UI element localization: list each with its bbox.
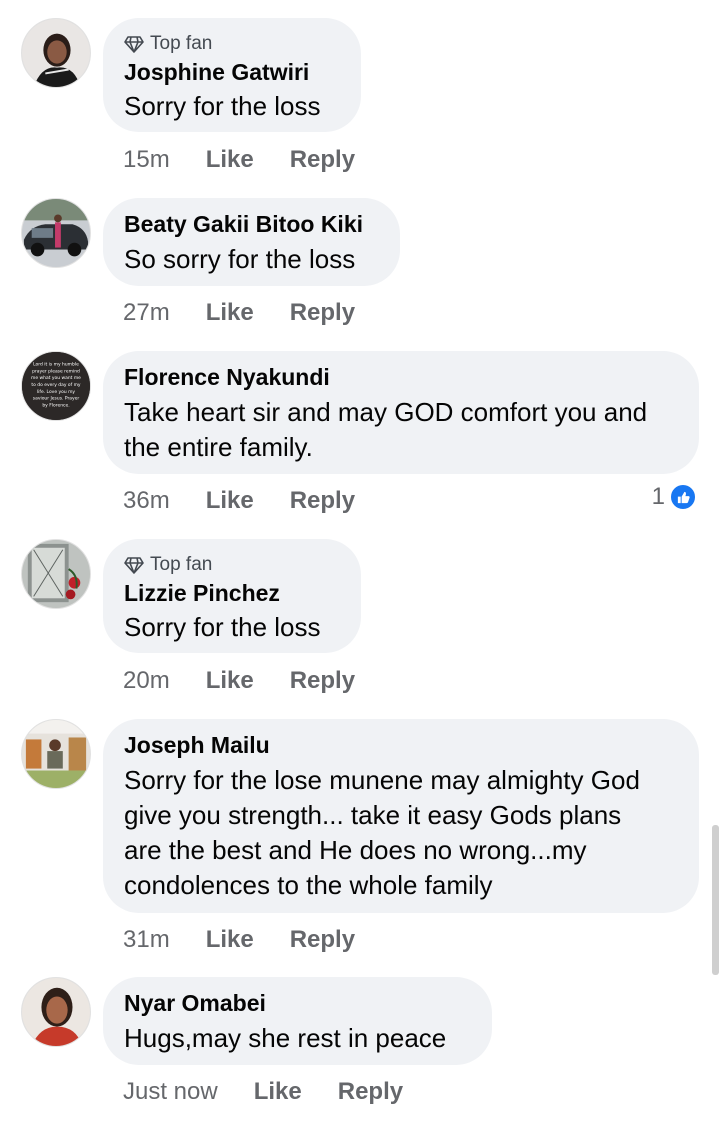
florence-avatar-caption: by Florence. bbox=[42, 402, 69, 408]
reply-button[interactable]: Reply bbox=[290, 146, 355, 174]
top-fan-badge: Top fan bbox=[124, 554, 212, 576]
commenter-name[interactable]: Beaty Gakii Bitoo Kiki bbox=[124, 211, 363, 238]
diamond-icon bbox=[124, 36, 144, 53]
comment-text: Sorry for the loss bbox=[124, 612, 321, 642]
comment-timestamp[interactable]: Just now bbox=[123, 1078, 218, 1106]
thumbs-up-icon bbox=[669, 483, 697, 511]
comment-text: So sorry for the loss bbox=[124, 244, 356, 274]
reaction-count: 1 bbox=[651, 483, 665, 510]
avatar[interactable] bbox=[21, 198, 91, 268]
comment-text: Sorry for the lose munene may almighty G… bbox=[124, 765, 640, 900]
comment-timestamp[interactable]: 20m bbox=[123, 667, 170, 695]
florence-avatar-caption: Lord it is my humble bbox=[33, 362, 79, 368]
reply-button[interactable]: Reply bbox=[338, 1078, 403, 1106]
comment-actions: Just now Like Reply bbox=[123, 1078, 403, 1106]
avatar[interactable] bbox=[21, 719, 91, 789]
comment-text: Take heart sir and may GOD comfort you a… bbox=[124, 397, 648, 462]
florence-avatar-caption: saviour Jesus. Prayer bbox=[33, 396, 80, 402]
commenter-name[interactable]: Lizzie Pinchez bbox=[124, 580, 280, 607]
reaction-summary[interactable]: 1 bbox=[652, 483, 697, 511]
comment-bubble[interactable]: Nyar Omabei Hugs,may she rest in peace bbox=[103, 977, 492, 1065]
comment-timestamp[interactable]: 36m bbox=[123, 487, 170, 515]
like-button[interactable]: Like bbox=[206, 667, 254, 695]
reply-button[interactable]: Reply bbox=[290, 926, 355, 954]
comment-actions: 15m Like Reply bbox=[123, 146, 355, 174]
like-button[interactable]: Like bbox=[206, 926, 254, 954]
avatar[interactable] bbox=[21, 539, 91, 609]
florence-avatar-caption: life. Love you my bbox=[37, 389, 75, 395]
comment-bubble[interactable]: Top fan Lizzie Pinchez Sorry for the los… bbox=[103, 539, 361, 653]
comment-bubble[interactable]: Beaty Gakii Bitoo Kiki So sorry for the … bbox=[103, 198, 400, 286]
scrollbar[interactable] bbox=[712, 825, 719, 975]
reply-button[interactable]: Reply bbox=[290, 487, 355, 515]
commenter-name[interactable]: Florence Nyakundi bbox=[124, 364, 330, 391]
reply-button[interactable]: Reply bbox=[290, 667, 355, 695]
top-fan-badge: Top fan bbox=[124, 33, 212, 55]
florence-avatar-caption: to do every day of my bbox=[31, 382, 81, 388]
comment-bubble[interactable]: Joseph Mailu Sorry for the lose munene m… bbox=[103, 719, 699, 913]
comment-text: Sorry for the loss bbox=[124, 91, 321, 121]
like-button[interactable]: Like bbox=[254, 1078, 302, 1106]
like-button[interactable]: Like bbox=[206, 299, 254, 327]
avatar[interactable] bbox=[21, 977, 91, 1047]
reply-button[interactable]: Reply bbox=[290, 299, 355, 327]
comment-actions: 27m Like Reply bbox=[123, 299, 355, 327]
commenter-name[interactable]: Josphine Gatwiri bbox=[124, 59, 309, 86]
diamond-icon bbox=[124, 557, 144, 574]
avatar[interactable] bbox=[21, 18, 91, 88]
badge-label: Top fan bbox=[150, 554, 213, 575]
comment-timestamp[interactable]: 27m bbox=[123, 299, 170, 327]
commenter-name[interactable]: Joseph Mailu bbox=[124, 732, 270, 759]
commenter-name[interactable]: Nyar Omabei bbox=[124, 990, 266, 1017]
comment-actions: 36m Like Reply bbox=[123, 487, 355, 515]
comment-actions: 20m Like Reply bbox=[123, 667, 355, 695]
florence-avatar-caption: me what you want me bbox=[31, 375, 81, 381]
like-button[interactable]: Like bbox=[206, 146, 254, 174]
badge-label: Top fan bbox=[150, 33, 213, 54]
comment-bubble[interactable]: Top fan Josphine Gatwiri Sorry for the l… bbox=[103, 18, 361, 132]
comment-bubble[interactable]: Florence Nyakundi Take heart sir and may… bbox=[103, 351, 699, 474]
like-button[interactable]: Like bbox=[206, 487, 254, 515]
comment-text: Hugs,may she rest in peace bbox=[124, 1023, 447, 1053]
florence-avatar-caption: prayer please remind bbox=[32, 368, 80, 374]
comment-timestamp[interactable]: 15m bbox=[123, 146, 170, 174]
comment-actions: 31m Like Reply bbox=[123, 926, 355, 954]
avatar[interactable]: Lord it is my humble prayer please remin… bbox=[21, 351, 91, 421]
comment-timestamp[interactable]: 31m bbox=[123, 926, 170, 954]
